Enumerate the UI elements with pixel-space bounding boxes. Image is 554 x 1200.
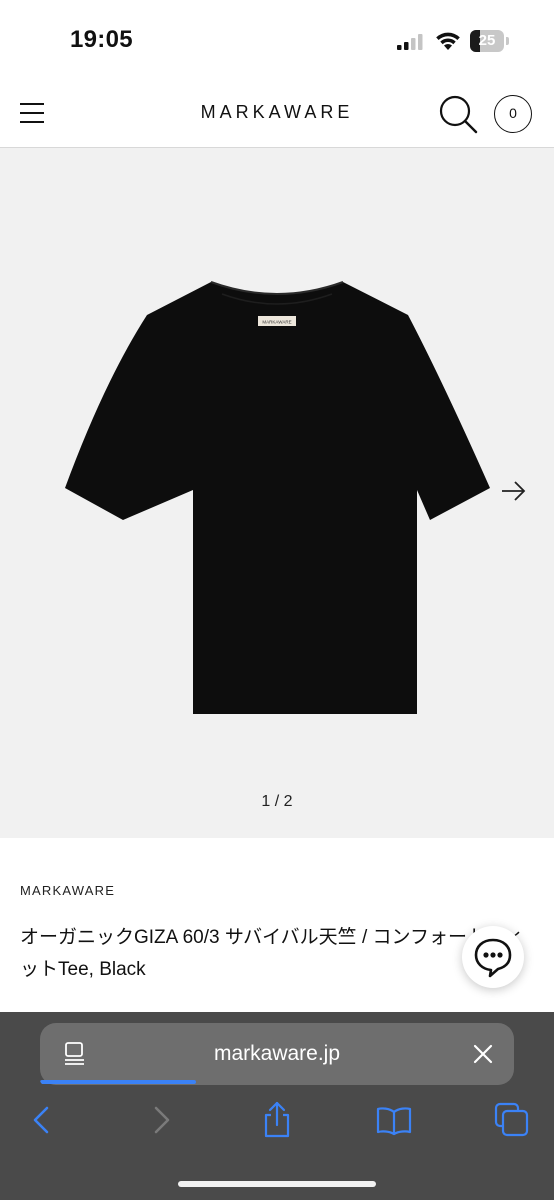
chevron-left-icon[interactable] (22, 1100, 62, 1140)
status-time: 19:05 (70, 26, 133, 53)
battery-indicator: 25 (470, 30, 510, 52)
tshirt-shape (65, 282, 490, 714)
product-brand[interactable]: MARKAWARE (20, 883, 115, 898)
gallery-pager: 1 / 2 (261, 793, 293, 810)
page-load-progress (40, 1080, 197, 1084)
svg-text:MARKAWARE: MARKAWARE (262, 320, 291, 325)
page-load-track (40, 1080, 514, 1085)
cart-button[interactable]: 0 (494, 95, 532, 133)
battery-level: 25 (478, 32, 496, 49)
close-icon[interactable] (472, 1043, 494, 1065)
site-logo[interactable]: MARKAWARE (150, 102, 404, 123)
wifi-icon (436, 32, 460, 50)
chat-button[interactable] (462, 926, 524, 988)
site-header: MARKAWARE 0 (0, 80, 554, 148)
arrow-right-icon[interactable] (498, 478, 528, 504)
book-icon[interactable] (374, 1100, 414, 1140)
status-bar: 19:05 25 (0, 0, 554, 80)
share-icon[interactable] (257, 1100, 297, 1140)
chevron-right-icon[interactable] (142, 1100, 182, 1140)
chat-bubble-icon (474, 938, 512, 978)
hamburger-menu-icon[interactable] (20, 102, 44, 124)
url-text[interactable]: markaware.jp (100, 1042, 454, 1066)
cellular-signal-icon (397, 34, 423, 50)
browser-toolbar: markaware.jp (0, 1012, 554, 1200)
search-icon[interactable] (438, 94, 478, 134)
tabs-icon[interactable] (492, 1100, 532, 1140)
product-gallery[interactable]: MARKAWARE 1 / 2 (0, 148, 554, 838)
reader-mode-icon[interactable] (62, 1041, 88, 1067)
product-image-tshirt[interactable]: MARKAWARE (0, 148, 554, 838)
address-bar[interactable]: markaware.jp (40, 1023, 514, 1085)
home-indicator (178, 1181, 376, 1187)
